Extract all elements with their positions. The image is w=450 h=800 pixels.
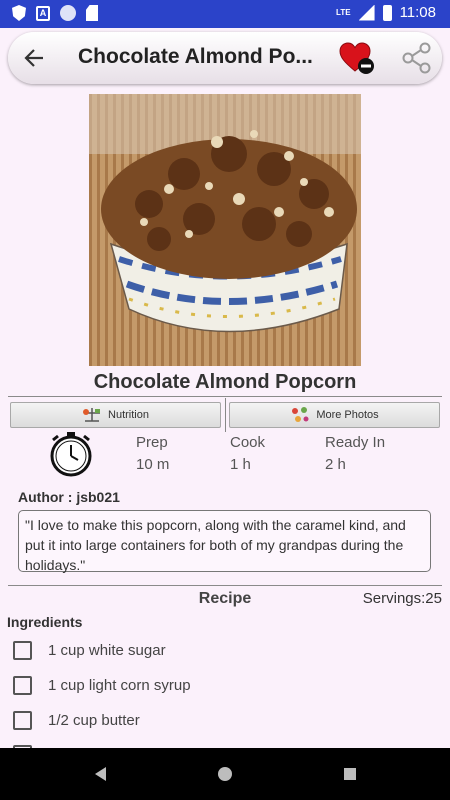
scale-icon (83, 408, 101, 422)
ready-value: 2 h (325, 456, 346, 473)
share-icon (402, 42, 431, 74)
status-bar: A LTE 11:08 (0, 0, 450, 28)
cook-time: Cook 1 h (230, 434, 265, 473)
cook-value: 1 h (230, 456, 251, 473)
ready-time: Ready In 2 h (325, 434, 385, 473)
prep-value: 10 m (136, 456, 170, 473)
nutrition-label: Nutrition (108, 409, 149, 421)
circle-icon (60, 5, 76, 21)
recipe-title: Chocolate Almond Popcorn (93, 371, 357, 393)
ingredient-checkbox[interactable] (13, 710, 32, 730)
app-toolbar: Chocolate Almond Po... (8, 32, 442, 84)
clock-time: 11:08 (399, 4, 436, 21)
ingredient-item[interactable]: 1 cup white sugar (13, 638, 166, 662)
signal-icon (358, 4, 375, 21)
share-button[interactable] (402, 42, 432, 74)
ingredient-text: 1/2 cup butter (48, 711, 140, 729)
more-photos-button[interactable]: More Photos (229, 402, 440, 428)
ready-label: Ready In (325, 434, 386, 451)
divider (8, 396, 442, 397)
page-title: Chocolate Almond Po... (78, 45, 313, 68)
arrow-left-icon (24, 49, 43, 67)
prep-label: Prep (136, 434, 168, 451)
battery-icon (382, 4, 392, 21)
ingredient-item[interactable]: 1 cup light corn syrup (13, 673, 191, 697)
heart-remove-icon (339, 42, 374, 74)
ingredient-text: 1 cup white sugar (48, 641, 166, 659)
favorite-button[interactable] (338, 40, 376, 76)
ingredient-checkbox[interactable] (13, 675, 32, 695)
cook-label: Cook (230, 434, 266, 451)
recipe-description: "I love to make this popcorn, along with… (18, 510, 431, 573)
divider (8, 585, 442, 586)
recents-square-icon[interactable] (340, 764, 360, 784)
tab-divider (225, 398, 226, 432)
a-icon: A (36, 5, 50, 21)
nutrition-button[interactable]: Nutrition (10, 402, 221, 428)
ingredient-checkbox[interactable] (13, 640, 32, 660)
system-nav-bar (0, 748, 450, 800)
author-name[interactable]: Author : jsb021 (18, 489, 120, 505)
stopwatch-icon (50, 432, 92, 477)
servings-count[interactable]: Servings:25 (363, 590, 442, 607)
network-type: LTE (336, 8, 351, 17)
ingredient-text: 1 cup light corn syrup (48, 676, 191, 694)
home-circle-icon[interactable] (215, 764, 235, 784)
shield-icon (12, 5, 26, 21)
recipe-photo[interactable] (89, 94, 361, 366)
ingredient-item[interactable]: 1/2 cup butter (13, 708, 140, 732)
more-photos-label: More Photos (316, 409, 379, 421)
prep-time: Prep 10 m (136, 434, 169, 473)
sd-card-icon (86, 5, 98, 21)
back-triangle-icon[interactable] (91, 764, 111, 784)
ingredients-title: Ingredients (7, 614, 83, 630)
photos-icon (292, 407, 309, 422)
back-button[interactable] (18, 42, 50, 74)
